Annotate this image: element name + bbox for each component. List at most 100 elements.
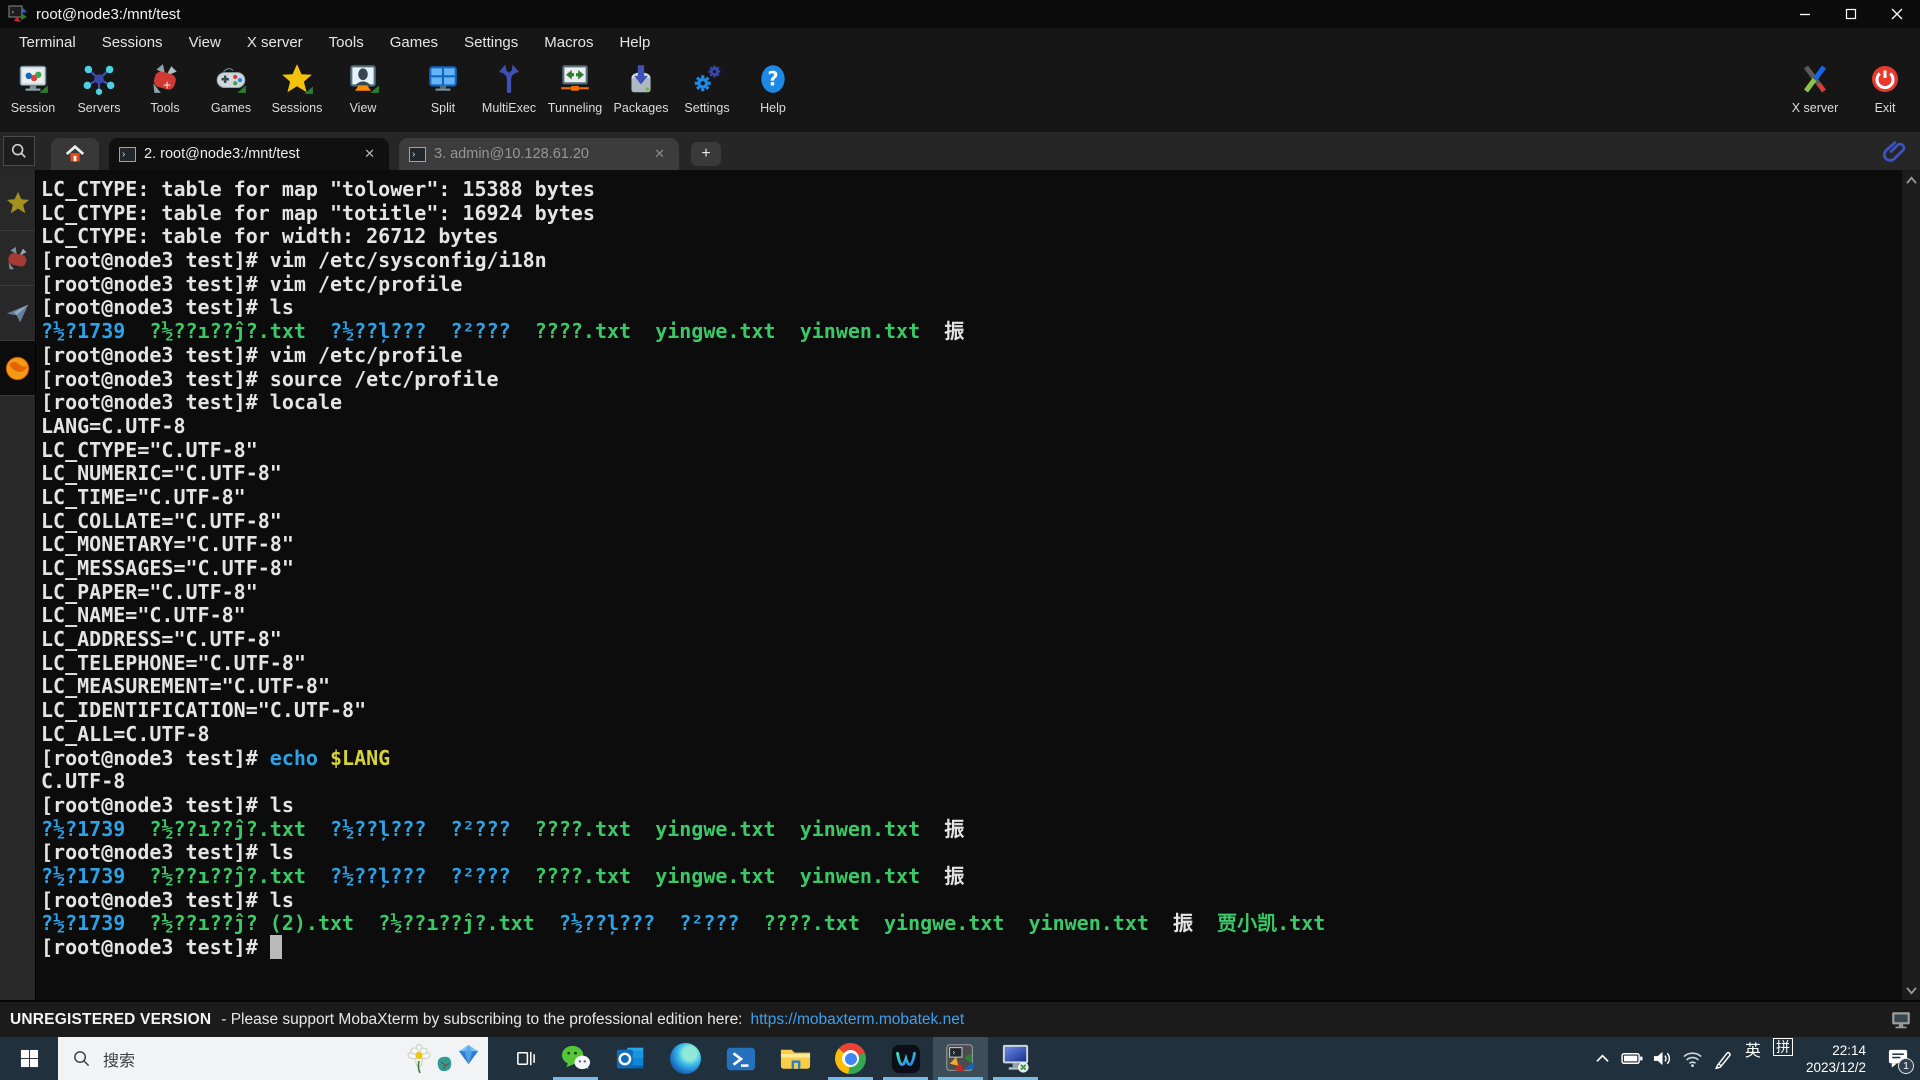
taskbar-file-explorer-icon[interactable] (768, 1037, 823, 1080)
toolbar-packages-button[interactable]: Packages (608, 60, 674, 115)
toolbar-label: Games (210, 101, 252, 115)
scroll-down-icon[interactable] (1902, 980, 1920, 1000)
menu-item-xserver[interactable]: X server (234, 28, 316, 56)
search-highlight-decoration[interactable] (406, 1043, 480, 1074)
taskbar-spacer (1043, 1037, 1588, 1080)
taskbar-webex-icon[interactable] (878, 1037, 933, 1080)
menu-item-macros[interactable]: Macros (531, 28, 606, 56)
taskbar-edge-icon[interactable] (658, 1037, 713, 1080)
terminal-line: [root@node3 test]# echo $LANG (41, 746, 1902, 771)
terminal-text: LC_TIME="C.UTF-8" (41, 484, 246, 509)
terminal-text: LANG=C.UTF-8 (41, 413, 186, 438)
ime-latin-indicator[interactable]: 英 (1738, 1037, 1768, 1080)
toolbar-multiexec-button[interactable]: MultiExec (476, 60, 542, 115)
toolbar-tools-button[interactable]: + Tools (132, 60, 198, 115)
scroll-up-icon[interactable] (1902, 170, 1920, 190)
sidebar-sftp-button[interactable] (0, 341, 35, 396)
window-controls (1782, 0, 1920, 28)
terminal-cursor (269, 935, 282, 959)
toolbar-games-button[interactable]: Games (198, 60, 264, 115)
sidebar-sessions-button[interactable] (0, 176, 35, 231)
taskbar-powershell-icon[interactable] (713, 1037, 768, 1080)
menu-item-help[interactable]: Help (606, 28, 663, 56)
toolbar-tunneling-button[interactable]: Tunneling (542, 60, 608, 115)
terminal-text: ?½?1739 (41, 319, 126, 344)
scrollbar[interactable] (1902, 170, 1920, 1000)
toolbar-view-button[interactable]: View (330, 60, 396, 115)
toolbar-servers-button[interactable]: Servers (66, 60, 132, 115)
swiss-knife-icon (8, 246, 27, 269)
toolbar-xserver-button[interactable]: X server (1780, 60, 1850, 115)
menu-item-view[interactable]: View (176, 28, 234, 56)
taskbar-chrome-icon[interactable] (823, 1037, 878, 1080)
terminal-text: [root@node3 test]# vim /etc/sysconfig/i1… (41, 248, 547, 273)
terminal-line: [root@node3 test]# ls (41, 840, 1902, 865)
tab-close-icon[interactable]: ✕ (362, 146, 377, 162)
sidebar-tools-button[interactable] (0, 231, 35, 286)
terminal-text: ????.txt (534, 816, 632, 841)
tab-close-icon[interactable]: ✕ (652, 146, 667, 162)
terminal-text: [root@node3 test]# ls (41, 840, 294, 865)
taskbar-mobaxterm-icon[interactable]: › (933, 1037, 988, 1080)
toolbar-session-button[interactable]: Session (0, 60, 66, 115)
sidebar-macros-button[interactable] (0, 286, 35, 341)
terminal-text: ?½?1739 (41, 863, 126, 888)
tab-search-button[interactable] (3, 136, 35, 166)
tray-wifi-icon[interactable] (1678, 1037, 1708, 1080)
terminal-text: LC_CTYPE: table for width: 26712 bytes (41, 224, 499, 249)
tray-pen-icon[interactable] (1708, 1037, 1738, 1080)
new-tab-button[interactable]: + (691, 142, 721, 166)
taskbar-search[interactable]: 搜索 (58, 1037, 488, 1080)
tray-chevron-up-icon[interactable] (1588, 1037, 1618, 1080)
notification-button[interactable]: 1 (1876, 1037, 1920, 1080)
taskbar-clock[interactable]: 22:14 2023/12/2 (1798, 1037, 1876, 1080)
terminal-output[interactable]: LC_CTYPE: table for map "tolower": 15388… (36, 170, 1902, 1000)
taskbar-wechat-icon[interactable] (548, 1037, 603, 1080)
maximize-button[interactable] (1828, 0, 1874, 28)
clock-date: 2023/12/2 (1805, 1059, 1866, 1075)
menu-item-settings[interactable]: Settings (451, 28, 531, 56)
toolbar-sessions-button[interactable]: Sessions (264, 60, 330, 115)
paper-plane-icon (6, 304, 29, 322)
mobatek-link[interactable]: https://mobaxterm.mobatek.net (751, 1011, 965, 1029)
toolbar-help-button[interactable]: ? Help (740, 60, 806, 115)
terminal-text: LC_TELEPHONE="C.UTF-8" (41, 650, 306, 675)
start-button[interactable] (0, 1037, 58, 1080)
svg-text:›: › (11, 9, 15, 16)
toolbar-exit-button[interactable]: Exit (1850, 60, 1920, 115)
tab-admin-10-128-61-20[interactable]: › 3. admin@10.128.61.20 ✕ (399, 138, 679, 170)
x-server-icon (1797, 60, 1833, 98)
terminal-text: ????.txt (534, 863, 632, 888)
home-tab[interactable] (51, 138, 99, 170)
taskbar-remote-desktop-icon[interactable] (988, 1037, 1043, 1080)
menu-item-terminal[interactable]: Terminal (6, 28, 89, 56)
tab-root-node3[interactable]: › 2. root@node3:/mnt/test ✕ (109, 138, 389, 170)
toolbar-label: Tools (150, 101, 180, 115)
close-button[interactable] (1874, 0, 1920, 28)
toolbar-split-button[interactable]: Split (410, 60, 476, 115)
menu-item-sessions[interactable]: Sessions (89, 28, 176, 56)
terminal-text: ?½??ı??ĵ?.txt (378, 911, 535, 936)
ime-pinyin-indicator[interactable]: 拼 (1768, 1037, 1798, 1080)
task-view-button[interactable] (502, 1037, 548, 1080)
terminal-text: 贾小凯.txt (1217, 911, 1326, 936)
paperclip-icon[interactable] (1880, 136, 1910, 166)
tray-speaker-icon[interactable] (1648, 1037, 1678, 1080)
menu-item-games[interactable]: Games (377, 28, 451, 56)
tray-battery-icon[interactable] (1618, 1037, 1648, 1080)
toolbar-label: Sessions (271, 101, 323, 115)
terminal-text: [root@node3 test]# locale (41, 390, 343, 415)
taskbar-outlook-icon[interactable] (603, 1037, 658, 1080)
terminal-tab-icon: › (409, 146, 426, 162)
minimize-button[interactable] (1782, 0, 1828, 28)
toolbar-settings-button[interactable]: Settings (674, 60, 740, 115)
menu-item-tools[interactable]: Tools (316, 28, 377, 56)
terminal-text: ?½??ı??ĵ?.txt (149, 319, 306, 344)
